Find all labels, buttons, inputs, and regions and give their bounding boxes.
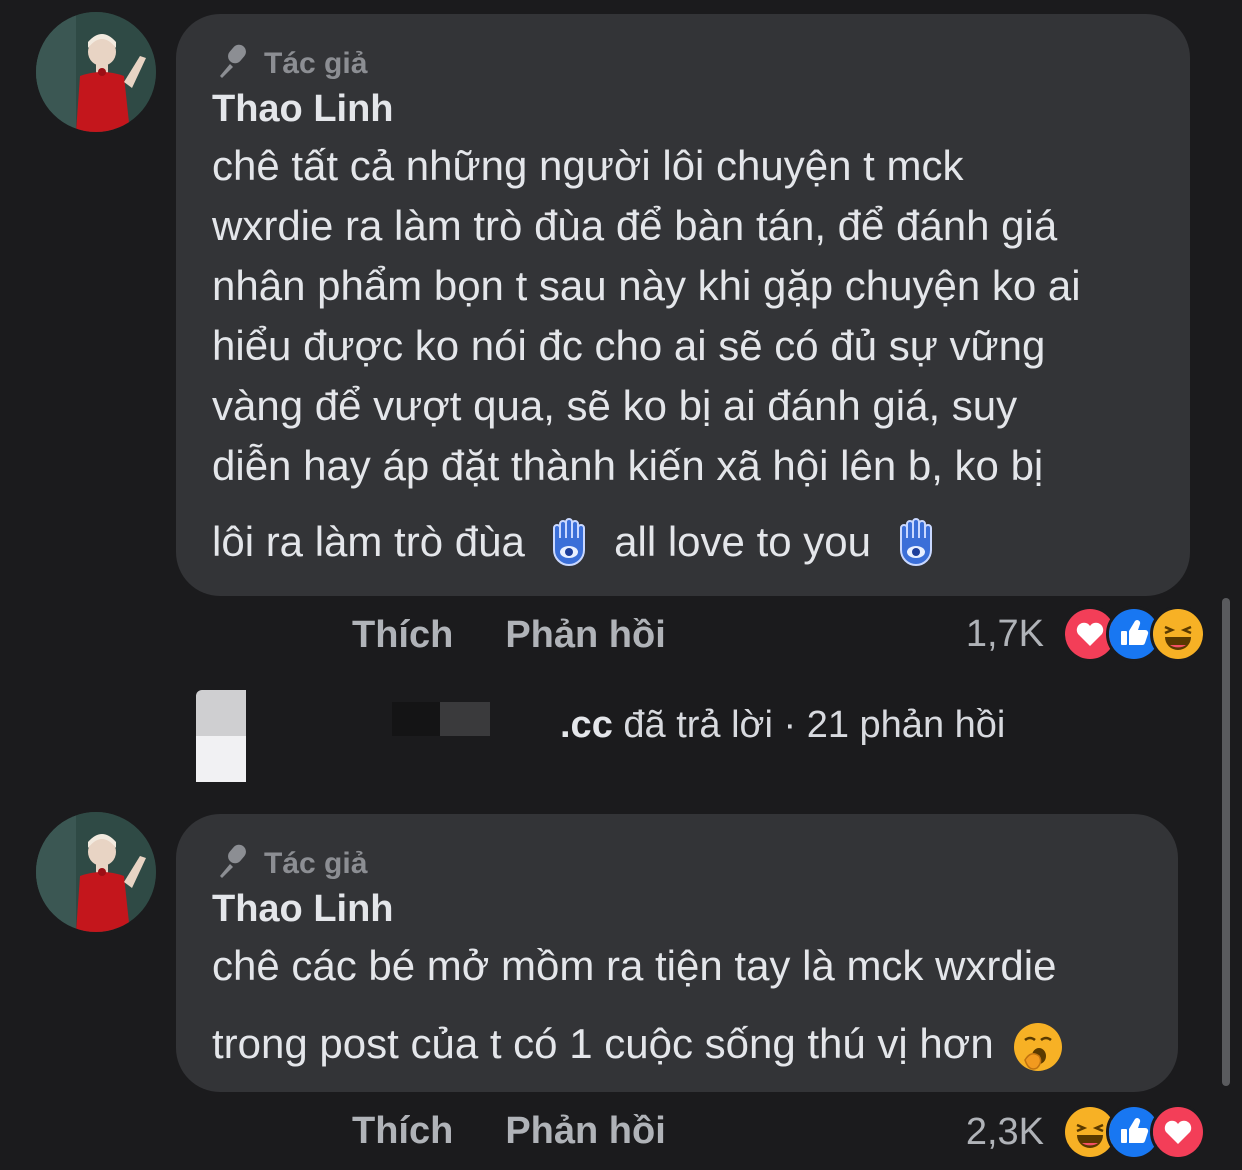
comment-line: vàng để vượt qua, sẽ ko bị ai đánh giá, … — [212, 382, 1018, 429]
author-name[interactable]: Thao Linh — [212, 88, 394, 131]
author-badge: Tác giả — [214, 42, 367, 86]
comment-line: hiểu được ko nói đc cho ai sẽ có đủ sự v… — [212, 322, 1046, 369]
scrollbar[interactable] — [1222, 598, 1230, 1086]
author-badge-label: Tác giả — [264, 47, 368, 80]
author-name[interactable]: Thao Linh — [212, 888, 394, 931]
comment-line: lôi ra làm trò đùa all love to you — [212, 512, 1160, 572]
separator-dot: · — [783, 704, 797, 746]
comment-text: chê tất cả những người lôi chuyện t mck … — [212, 136, 1160, 572]
reply-button[interactable]: Phản hồi — [505, 614, 665, 657]
comment-bubble: Tác giả Thao Linh chê tất cả những người… — [176, 14, 1190, 596]
reaction-count: 1,7K — [965, 612, 1044, 655]
reply-button[interactable]: Phản hồi — [505, 1110, 665, 1153]
comment-line: wxrdie ra làm trò đùa để bàn tán, để đán… — [212, 202, 1058, 249]
blurred-name — [440, 702, 490, 736]
reply-summary-text: .cc đã trả lời · 21 phản hồi — [560, 704, 1005, 747]
view-replies-link[interactable]: .cc đã trả lời · 21 phản hồi — [196, 690, 1196, 782]
yawning-face-icon — [1011, 1020, 1065, 1074]
haha-icon — [1150, 606, 1206, 662]
comment-bubble: Tác giả Thao Linh chê các bé mở mồm ra t… — [176, 814, 1178, 1092]
comment-line: trong post của t có 1 cuộc sống thú vị h… — [212, 1014, 1148, 1074]
blurred-avatar — [196, 690, 246, 782]
reply-author-fragment: .cc — [560, 704, 613, 746]
reaction-summary[interactable]: 1,7K — [966, 606, 1206, 662]
microphone-icon — [214, 42, 250, 86]
comment-line: chê các bé mở mồm ra tiện tay là mck wxr… — [212, 942, 1057, 989]
comment-line: chê tất cả những người lôi chuyện t mck — [212, 142, 964, 189]
like-button[interactable]: Thích — [352, 614, 453, 657]
hamsa-icon — [889, 517, 943, 572]
author-badge-label: Tác giả — [264, 847, 368, 880]
like-button[interactable]: Thích — [352, 1110, 453, 1153]
hamsa-icon — [542, 517, 596, 572]
blurred-name — [392, 702, 444, 736]
microphone-icon — [214, 842, 250, 886]
comment-line: nhân phẩm bọn t sau này khi gặp chuyện k… — [212, 262, 1081, 309]
author-avatar[interactable] — [36, 12, 156, 132]
author-avatar[interactable] — [36, 812, 156, 932]
comment-actions: Thích Phản hồi — [352, 1110, 666, 1153]
comment-line: diễn hay áp đặt thành kiến xã hội lên b,… — [212, 442, 1044, 489]
author-badge: Tác giả — [214, 842, 367, 886]
reaction-summary[interactable]: 2,3K — [966, 1104, 1206, 1160]
reply-action: đã trả lời — [623, 704, 773, 746]
comment-actions: Thích Phản hồi — [352, 614, 666, 657]
love-icon — [1150, 1104, 1206, 1160]
comment-text: chê các bé mở mồm ra tiện tay là mck wxr… — [212, 936, 1148, 1074]
reply-count: 21 phản hồi — [806, 704, 1006, 746]
reaction-count: 2,3K — [965, 1110, 1044, 1153]
